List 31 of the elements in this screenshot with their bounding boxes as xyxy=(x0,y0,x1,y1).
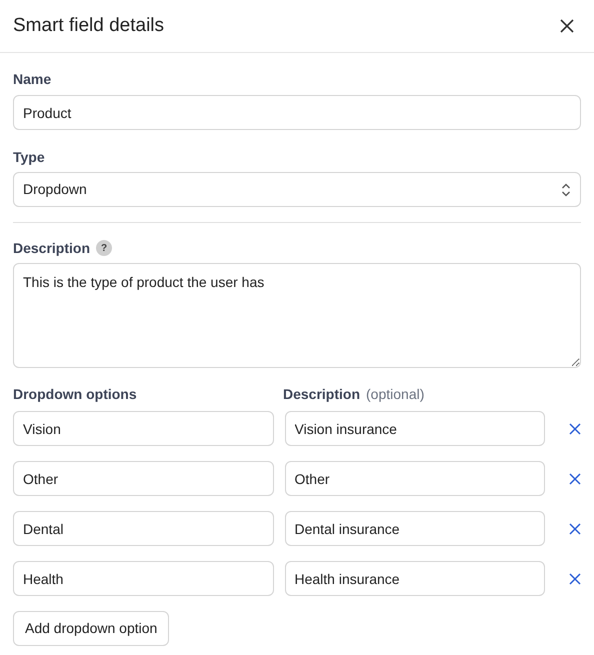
field-label: Description xyxy=(13,239,90,257)
close-icon xyxy=(569,472,581,484)
add-option-button[interactable]: Add dropdown option xyxy=(13,611,170,646)
type-select[interactable]: Dropdown xyxy=(13,172,581,207)
remove-option-button[interactable] xyxy=(569,520,581,536)
column-label: Description xyxy=(283,385,360,403)
option-input-field[interactable]: Other xyxy=(13,461,274,496)
option-description-field[interactable]: Health insurance xyxy=(284,561,545,596)
remove-option-button[interactable] xyxy=(569,420,581,436)
optional-hint: (optional) xyxy=(366,385,424,403)
close-icon xyxy=(569,422,581,434)
option-description-field[interactable]: Other xyxy=(284,461,545,496)
help-badge[interactable]: ? xyxy=(96,240,112,256)
remove-option-button[interactable] xyxy=(569,570,581,586)
option-description-field[interactable]: Dental insurance xyxy=(284,511,545,546)
chevron-up-down-icon xyxy=(561,182,571,198)
close-icon xyxy=(569,522,581,534)
option-input-field[interactable]: Dental xyxy=(13,511,274,546)
field-label: Type xyxy=(13,148,46,166)
field-label: Name xyxy=(13,70,52,88)
close-icon xyxy=(569,572,581,584)
description-text-area[interactable]: This is the type of product the user has xyxy=(13,263,581,368)
name-input-field[interactable]: Product xyxy=(13,95,581,130)
dialog-title: Smart field details xyxy=(13,14,164,38)
column-label: Dropdown options xyxy=(13,385,138,403)
option-input-field[interactable]: Vision xyxy=(13,411,274,446)
close-button[interactable] xyxy=(559,18,575,34)
remove-option-button[interactable] xyxy=(569,470,581,486)
option-description-field[interactable]: Vision insurance xyxy=(284,411,545,446)
close-icon xyxy=(560,19,574,33)
option-input-field[interactable]: Health xyxy=(13,561,274,596)
